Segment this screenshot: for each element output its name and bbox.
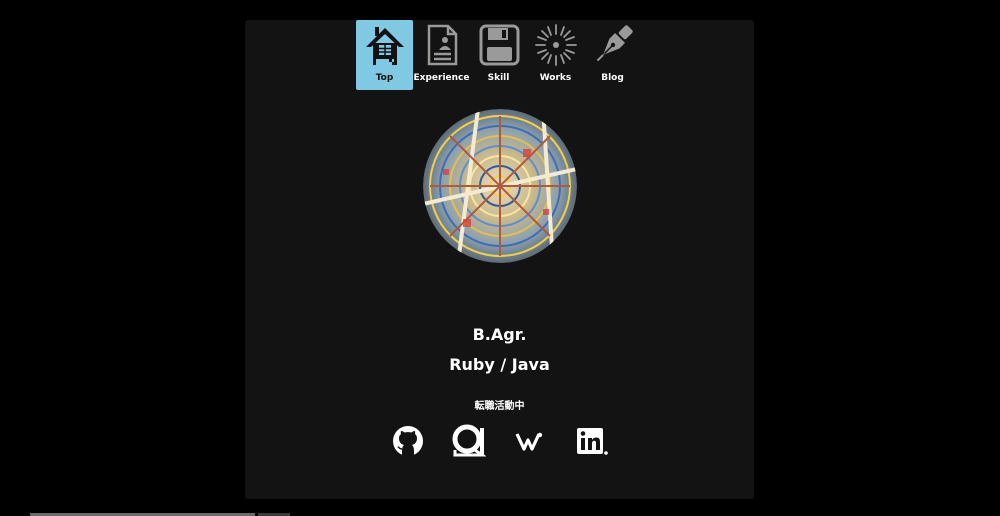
profile-card: Top Experience Skill Works Blog B.Agr. R… [245,20,754,499]
nav-label-experience: Experience [413,73,470,83]
github-icon [392,425,424,461]
nav-label-top: Top [375,73,394,83]
resume-document-icon [420,23,464,67]
qiita-icon [452,424,487,462]
nav-item-experience[interactable]: Experience [413,20,470,90]
firework-icon [534,23,578,67]
profile-languages: Ruby / Java [449,355,550,374]
top-navigation: Top Experience Skill Works Blog [356,20,641,90]
wantedly-icon [515,429,545,457]
nav-item-skill[interactable]: Skill [470,20,527,90]
profile-status: 転職活動中 [474,401,525,412]
github-link[interactable] [390,425,426,461]
house-icon [363,23,407,67]
floppy-disk-icon [477,23,521,67]
nav-label-blog: Blog [601,73,624,83]
nav-label-skill: Skill [487,73,510,83]
avatar [423,109,577,263]
fountain-pen-icon [591,23,635,67]
wantedly-link[interactable] [513,425,547,461]
linkedin-icon [575,426,609,460]
nav-item-works[interactable]: Works [527,20,584,90]
nav-item-top[interactable]: Top [356,20,413,90]
linkedin-link[interactable] [574,425,610,461]
nav-label-works: Works [539,73,572,83]
qiita-link[interactable] [451,424,487,462]
profile-name: B.Agr. [472,325,527,344]
nav-item-blog[interactable]: Blog [584,20,641,90]
